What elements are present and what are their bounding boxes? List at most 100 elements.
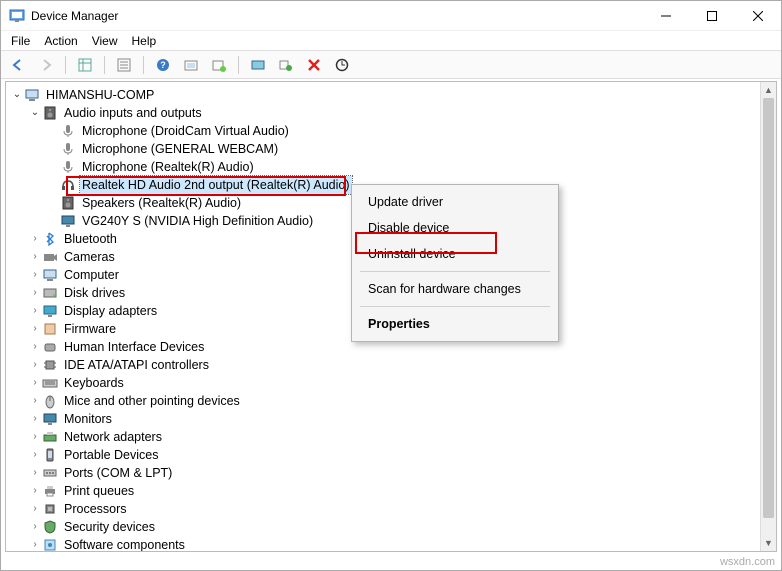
device-item[interactable]: Microphone (DroidCam Virtual Audio): [10, 122, 776, 140]
speaker-icon: [42, 105, 58, 121]
tree-label: Security devices: [62, 518, 157, 536]
hp-icon: [60, 177, 76, 193]
expand-icon[interactable]: ›: [28, 302, 42, 320]
expand-icon[interactable]: ›: [28, 284, 42, 302]
context-menu-item[interactable]: Disable device: [352, 215, 558, 241]
context-menu-item[interactable]: Update driver: [352, 189, 558, 215]
category-node[interactable]: › Portable Devices: [10, 446, 776, 464]
mic-icon: [60, 159, 76, 175]
tree-label: Keyboards: [62, 374, 126, 392]
category-node[interactable]: › Processors: [10, 500, 776, 518]
toolbar-separator: [104, 56, 105, 74]
expand-icon[interactable]: ›: [28, 536, 42, 551]
expand-icon[interactable]: ›: [28, 320, 42, 338]
tree-label: Portable Devices: [62, 446, 161, 464]
category-node[interactable]: › Print queues: [10, 482, 776, 500]
root-node[interactable]: ⌄HIMANSHU-COMP: [10, 86, 776, 104]
expand-icon[interactable]: ›: [28, 356, 42, 374]
back-button[interactable]: [7, 54, 29, 76]
net-icon: [42, 429, 58, 445]
scroll-up-icon[interactable]: ▲: [761, 82, 776, 98]
category-node[interactable]: ›Mice and other pointing devices: [10, 392, 776, 410]
expand-icon[interactable]: ⌄: [10, 86, 24, 104]
tree-label: Processors: [62, 500, 129, 518]
properties-icon[interactable]: [113, 54, 135, 76]
category-node[interactable]: › Security devices: [10, 518, 776, 536]
category-node[interactable]: ›IDE ATA/ATAPI controllers: [10, 356, 776, 374]
menu-view[interactable]: View: [92, 34, 118, 48]
disk-icon: [42, 285, 58, 301]
tree-label: Audio inputs and outputs: [62, 104, 204, 122]
chip-icon: [42, 357, 58, 373]
category-node[interactable]: ›Software components: [10, 536, 776, 551]
menu-file[interactable]: File: [11, 34, 30, 48]
menu-action[interactable]: Action: [44, 34, 77, 48]
port-icon: [42, 465, 58, 481]
scroll-thumb[interactable]: [763, 98, 774, 518]
category-node[interactable]: ›Monitors: [10, 410, 776, 428]
expand-icon[interactable]: ›: [28, 446, 42, 464]
expand-icon[interactable]: ›: [28, 266, 42, 284]
expand-icon[interactable]: ›: [28, 428, 42, 446]
toolbar-separator: [65, 56, 66, 74]
expand-icon[interactable]: ⌄: [28, 104, 42, 122]
vertical-scrollbar[interactable]: ▲ ▼: [760, 82, 776, 551]
tree-label: Print queues: [62, 482, 136, 500]
menu-help[interactable]: Help: [132, 34, 157, 48]
category-node[interactable]: › Network adapters: [10, 428, 776, 446]
device-item[interactable]: Microphone (Realtek(R) Audio): [10, 158, 776, 176]
toolbar: ?: [1, 51, 781, 79]
context-menu-item[interactable]: Scan for hardware changes: [352, 276, 558, 302]
expand-icon[interactable]: ›: [28, 500, 42, 518]
category-audio[interactable]: ⌄ Audio inputs and outputs: [10, 104, 776, 122]
expand-icon[interactable]: ›: [28, 482, 42, 500]
category-node[interactable]: ›Ports (COM & LPT): [10, 464, 776, 482]
maximize-button[interactable]: [689, 1, 735, 30]
tree-label: Network adapters: [62, 428, 164, 446]
cpu-icon: [42, 501, 58, 517]
update-driver-icon[interactable]: [247, 54, 269, 76]
scroll-down-icon[interactable]: ▼: [761, 535, 776, 551]
expand-icon[interactable]: ›: [28, 248, 42, 266]
display-icon: [42, 303, 58, 319]
pc-icon: [42, 267, 58, 283]
help-icon[interactable]: ?: [152, 54, 174, 76]
scan-hw-icon[interactable]: [331, 54, 353, 76]
expand-icon[interactable]: ›: [28, 392, 42, 410]
context-menu-item[interactable]: Properties: [352, 311, 558, 337]
close-button[interactable]: [735, 1, 781, 30]
expand-icon[interactable]: ›: [28, 230, 42, 248]
sw-icon: [42, 537, 58, 551]
context-menu-item[interactable]: Uninstall device: [352, 241, 558, 267]
tree-label: Realtek HD Audio 2nd output (Realtek(R) …: [80, 176, 352, 194]
scan-icon[interactable]: [180, 54, 202, 76]
expand-icon[interactable]: ›: [28, 374, 42, 392]
tree-label: Bluetooth: [62, 230, 119, 248]
bt-icon: [42, 231, 58, 247]
minimize-button[interactable]: [643, 1, 689, 30]
shield-icon: [42, 519, 58, 535]
context-menu: Update driverDisable deviceUninstall dev…: [351, 184, 559, 342]
tree-label: Microphone (DroidCam Virtual Audio): [80, 122, 291, 140]
show-hidden-icon[interactable]: [74, 54, 96, 76]
delete-icon[interactable]: [303, 54, 325, 76]
mic-icon: [60, 123, 76, 139]
device-item[interactable]: Microphone (GENERAL WEBCAM): [10, 140, 776, 158]
expand-icon[interactable]: ›: [28, 338, 42, 356]
toolbar-separator: [238, 56, 239, 74]
forward-button[interactable]: [35, 54, 57, 76]
svg-text:?: ?: [160, 60, 166, 70]
toolbar-separator: [143, 56, 144, 74]
window-title: Device Manager: [31, 9, 118, 23]
hid-icon: [42, 339, 58, 355]
portable-icon: [42, 447, 58, 463]
monitor-icon: [60, 213, 76, 229]
category-node[interactable]: › Keyboards: [10, 374, 776, 392]
expand-icon[interactable]: ›: [28, 518, 42, 536]
add-legacy-icon[interactable]: [208, 54, 230, 76]
uninstall-device-icon[interactable]: [275, 54, 297, 76]
expand-icon[interactable]: ›: [28, 410, 42, 428]
expand-icon[interactable]: ›: [28, 464, 42, 482]
tree-label: Speakers (Realtek(R) Audio): [80, 194, 243, 212]
kb-icon: [42, 375, 58, 391]
